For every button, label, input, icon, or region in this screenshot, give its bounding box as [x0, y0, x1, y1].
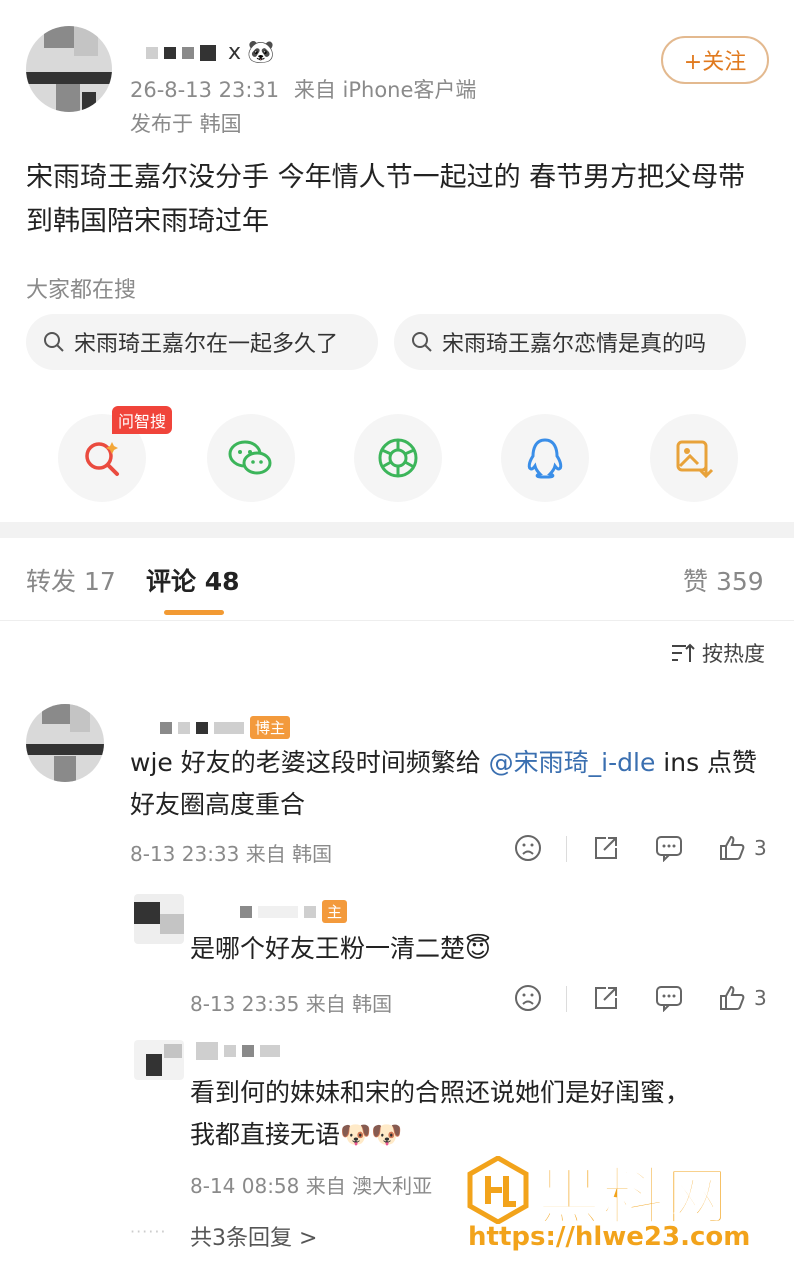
- repost-button[interactable]: [592, 834, 620, 862]
- reply-text-line1: 看到何的妹妹和宋的合照还说她们是好闺蜜，: [190, 1078, 691, 1107]
- action-separator: [566, 986, 567, 1012]
- post-timestamp: 26-8-13 23:31: [130, 78, 280, 102]
- post-meta: 26-8-13 23:31 来自 iPhone客户端: [130, 74, 476, 104]
- dislike-button[interactable]: [514, 834, 542, 862]
- reply-text: 是哪个好友王粉一清二楚😇: [190, 928, 491, 970]
- save-image-icon: [676, 440, 714, 479]
- share-icon: [595, 837, 617, 859]
- thumbs-up-icon: [720, 985, 745, 1010]
- like-count: 3: [754, 836, 767, 860]
- like-count: 3: [754, 986, 767, 1010]
- share-icon: [595, 987, 617, 1009]
- tab-repost[interactable]: 转发 17: [26, 562, 116, 598]
- ai-search-badge: 问智搜: [112, 406, 173, 434]
- commenter-avatar[interactable]: [26, 704, 104, 782]
- moments-icon: [378, 438, 418, 478]
- qq-icon: [527, 438, 563, 479]
- ai-search-icon: [85, 442, 119, 476]
- more-replies-dots: ······: [130, 1222, 167, 1241]
- sad-face-icon: [515, 985, 541, 1011]
- author-tag: 主: [322, 900, 348, 923]
- reply-text-body: 是哪个好友王粉一清二楚: [190, 934, 466, 963]
- post-text: 宋雨琦王嘉尔没分手 今年情人节一起过的 春节男方把父母带到韩国陪宋雨琦过年: [26, 162, 746, 237]
- dislike-button[interactable]: [514, 984, 542, 1012]
- reply-meta: 8-14 08:58 来自 澳大利亚: [190, 1174, 433, 1198]
- save-image-button[interactable]: [650, 414, 738, 502]
- mention-link[interactable]: @宋雨琦_i-dle: [489, 748, 656, 777]
- wechat-icon: [228, 440, 272, 475]
- author-tag: 博主: [250, 716, 291, 739]
- repost-button[interactable]: [592, 984, 620, 1012]
- follow-button[interactable]: +关注: [661, 36, 769, 84]
- sort-toggle[interactable]: 按热度: [670, 638, 765, 668]
- reply-name-blurred[interactable]: [196, 1042, 280, 1060]
- sort-label: 按热度: [702, 642, 765, 666]
- author-name-suffix: x: [228, 40, 242, 65]
- like-button[interactable]: 3: [718, 984, 767, 1012]
- sort-icon: [672, 643, 695, 662]
- section-divider: [0, 522, 794, 538]
- commenter-name-blurred[interactable]: 博主: [160, 716, 291, 739]
- post-location: 发布于 韩国: [130, 112, 242, 136]
- share-moments-button[interactable]: [354, 414, 442, 502]
- angel-emoji: 😇: [465, 934, 492, 963]
- share-wechat-button[interactable]: [207, 414, 295, 502]
- reply-meta: 8-13 23:35 来自 韩国: [190, 992, 393, 1016]
- hot-search-chip-1[interactable]: 宋雨琦王嘉尔在一起多久了: [26, 314, 378, 370]
- more-replies-link[interactable]: 共3条回复 >: [190, 1220, 317, 1252]
- watermark-logo-icon: [467, 1156, 529, 1224]
- reply-button[interactable]: [654, 984, 684, 1012]
- tab-likes[interactable]: 赞 359: [683, 562, 764, 598]
- active-tab-indicator: [164, 610, 224, 615]
- hot-search-chip-2[interactable]: 宋雨琦王嘉尔恋情是真的吗: [394, 314, 746, 370]
- search-icon: [412, 332, 432, 352]
- reply-button[interactable]: [654, 834, 684, 862]
- comment-icon: [656, 836, 682, 862]
- sad-face-icon: [515, 835, 541, 861]
- author-avatar[interactable]: [26, 26, 112, 112]
- action-separator: [566, 836, 567, 862]
- comment-meta: 8-13 23:33 来自 韩国: [130, 842, 333, 866]
- doge-emoji: 🐶🐶: [340, 1120, 403, 1149]
- reply-text: 看到何的妹妹和宋的合照还说她们是好闺蜜， 我都直接无语🐶🐶: [190, 1072, 770, 1156]
- hot-search-label: 大家都在搜: [26, 278, 137, 303]
- panda-emoji: 🐼: [247, 40, 275, 65]
- comment-text: wje 好友的老婆这段时间频繁给 @宋雨琦_i-dle ins 点赞 好友圈高度…: [130, 742, 780, 826]
- comment-icon: [656, 986, 682, 1012]
- reply-avatar[interactable]: [134, 894, 184, 944]
- reply-name-blurred[interactable]: 主: [240, 900, 348, 923]
- like-button[interactable]: 3: [718, 834, 767, 862]
- comment-text-pre: wje 好友的老婆这段时间频繁给: [130, 748, 489, 777]
- author-name-blurred[interactable]: x 🐼: [146, 40, 274, 65]
- watermark: 黑料网 https://hlwe23.com: [466, 1150, 766, 1260]
- watermark-url: https://hlwe23.com: [468, 1222, 751, 1252]
- reply-text-line2: 我都直接无语: [190, 1120, 341, 1149]
- post-source: 来自 iPhone客户端: [293, 78, 477, 102]
- hot-search-chip-2-label: 宋雨琦王嘉尔恋情是真的吗: [442, 332, 707, 357]
- share-qq-button[interactable]: [501, 414, 589, 502]
- tab-comments[interactable]: 评论 48: [146, 562, 240, 598]
- hot-search-chip-1-label: 宋雨琦王嘉尔在一起多久了: [74, 332, 339, 357]
- reply-avatar[interactable]: [134, 1040, 184, 1080]
- search-icon: [44, 332, 64, 352]
- tab-divider: [0, 620, 794, 621]
- thumbs-up-icon: [720, 835, 745, 860]
